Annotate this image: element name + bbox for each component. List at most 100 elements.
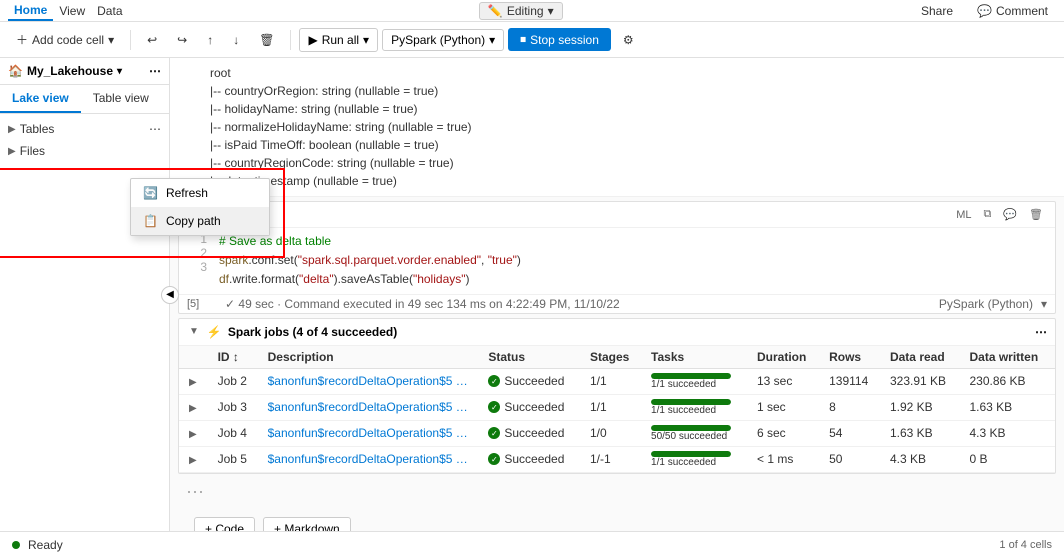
row-expand-btn[interactable]: ▶ — [187, 429, 199, 440]
col-id[interactable]: ID ↕ — [210, 346, 260, 369]
job-rows: 8 — [821, 394, 882, 420]
settings-button[interactable]: ⚙ — [615, 29, 642, 51]
row-expand-btn[interactable]: ▶ — [187, 403, 199, 414]
exec-info-text: ✓ 49 sec · Command executed in 49 sec 13… — [225, 297, 620, 311]
comment-button[interactable]: 💬 Comment — [969, 0, 1056, 22]
sidebar-label-files: Files — [20, 144, 45, 158]
code-line-3: df.write.format("delta").saveAsTable("ho… — [219, 270, 1055, 289]
sidebar: 🏠 My_Lakehouse ▾ ⋯ Lake view Table view … — [0, 58, 170, 531]
spark-more-icon[interactable]: ⋯ — [1035, 325, 1047, 339]
move-down-button[interactable]: ↓ — [225, 29, 247, 51]
sidebar-content: ▶ Tables ⋯ ▶ Files — [0, 114, 169, 531]
cell-count: 1 of 4 cells — [999, 539, 1052, 551]
spark-jobs-section: ▼ ⚡ Spark jobs (4 of 4 succeeded) ⋯ ID ↕… — [178, 318, 1056, 474]
top-menubar: Home View Data ✏️ Editing ▾ Share 💬 Comm… — [0, 0, 1064, 22]
add-code-cell-button[interactable]: ＋ Add code cell ▾ — [8, 27, 122, 52]
job-data-written: 230.86 KB — [961, 368, 1055, 394]
job-description[interactable]: $anonfun$recordDeltaOperation$5 at Synap… — [260, 420, 481, 446]
col-stages[interactable]: Stages — [582, 346, 643, 369]
lake-table-tabs: Lake view Table view — [0, 85, 169, 114]
editing-badge: ✏️ Editing ▾ — [479, 2, 563, 20]
expand-icon-files: ▶ — [8, 146, 16, 157]
job-id: Job 3 — [210, 394, 260, 420]
col-status[interactable]: Status — [480, 346, 582, 369]
plus-icon: ＋ — [16, 31, 28, 48]
job-duration: 13 sec — [749, 368, 821, 394]
line-numbers: 1 2 3 — [179, 232, 219, 290]
delete-button[interactable]: 🗑 — [251, 29, 282, 51]
menu-home[interactable]: Home — [8, 1, 53, 21]
spark-jobs-collapse-btn[interactable]: ▼ — [187, 326, 201, 337]
tab-table-view[interactable]: Table view — [81, 85, 161, 113]
job-status: ✓ Succeeded — [480, 368, 582, 394]
table-row: ▶ Job 5 $anonfun$recordDeltaOperation$5 … — [179, 446, 1055, 472]
schema-line-root: root — [210, 64, 1048, 82]
job-stages: 1/0 — [582, 420, 643, 446]
more-cells-indicator: ⋯ — [170, 478, 1064, 507]
move-up-button[interactable]: ↑ — [199, 29, 221, 51]
col-data-written[interactable]: Data written — [961, 346, 1055, 369]
more-icon-tables[interactable]: ⋯ — [149, 122, 161, 136]
schema-line-1: |-- countryOrRegion: string (nullable = … — [210, 82, 1048, 100]
sidebar-item-tables[interactable]: ▶ Tables ⋯ — [0, 118, 169, 140]
row-expand-btn[interactable]: ▶ — [187, 455, 199, 466]
lakehouse-icon: 🏠 — [8, 64, 23, 78]
job-description[interactable]: $anonfun$recordDeltaOperation$5 at Synap… — [260, 394, 481, 420]
success-icon: ✓ — [488, 401, 500, 413]
kernel-selector[interactable]: PySpark (Python) ▾ — [382, 29, 504, 51]
notebook-toolbar: ＋ Add code cell ▾ ↩ ↪ ↑ ↓ 🗑 ▶ Run all ▾ … — [0, 22, 1064, 58]
col-duration[interactable]: Duration — [749, 346, 821, 369]
code-cell-5: ▶ ▾ ML ⧉ 💬 🗑 1 2 3 # Save as delta table… — [178, 201, 1056, 314]
table-row: ▶ Job 3 $anonfun$recordDeltaOperation$5 … — [179, 394, 1055, 420]
collapse-sidebar-button[interactable]: ◀ — [161, 286, 179, 304]
col-tasks[interactable]: Tasks — [643, 346, 749, 369]
job-data-read: 323.91 KB — [882, 368, 962, 394]
stop-session-button[interactable]: ⏹ Stop session — [508, 28, 611, 51]
schema-output: root |-- countryOrRegion: string (nullab… — [170, 58, 1064, 197]
sidebar-item-files[interactable]: ▶ Files — [0, 140, 169, 162]
context-menu-refresh[interactable]: 🔄 Refresh — [131, 179, 269, 207]
job-duration: < 1 ms — [749, 446, 821, 472]
tab-lake-view[interactable]: Lake view — [0, 85, 81, 113]
chevron-icon: ▾ — [489, 33, 495, 47]
menu-view[interactable]: View — [53, 2, 91, 20]
table-row: ▶ Job 2 $anonfun$recordDeltaOperation$5 … — [179, 368, 1055, 394]
add-code-button[interactable]: + Code — [194, 517, 255, 531]
context-menu-copy-path[interactable]: 📋 Copy path — [131, 207, 269, 235]
job-description[interactable]: $anonfun$recordDeltaOperation$5 at Synap… — [260, 368, 481, 394]
spark-jobs-icon: ⚡ — [207, 325, 222, 339]
redo-button[interactable]: ↪ — [169, 29, 195, 51]
editing-label: Editing — [507, 4, 544, 18]
add-markdown-button[interactable]: + Markdown — [263, 517, 351, 531]
success-icon: ✓ — [488, 453, 500, 465]
cell-tool-ml[interactable]: ML — [952, 207, 975, 223]
cell-tool-copy[interactable]: ⧉ — [979, 206, 995, 223]
job-data-read: 4.3 KB — [882, 446, 962, 472]
schema-line-4: |-- isPaid TimeOff: boolean (nullable = … — [210, 136, 1048, 154]
job-duration: 1 sec — [749, 394, 821, 420]
job-data-read: 1.92 KB — [882, 394, 962, 420]
schema-line-2: |-- holidayName: string (nullable = true… — [210, 100, 1048, 118]
run-all-button[interactable]: ▶ Run all ▾ — [299, 28, 378, 52]
status-label: Succeeded — [504, 452, 564, 466]
pencil-icon: ✏️ — [488, 4, 503, 18]
spark-jobs-header: ▼ ⚡ Spark jobs (4 of 4 succeeded) ⋯ — [179, 319, 1055, 346]
cell-tool-comment[interactable]: 💬 — [999, 206, 1021, 223]
row-expand-btn[interactable]: ▶ — [187, 377, 199, 388]
notebook-area: root |-- countryOrRegion: string (nullab… — [170, 58, 1064, 531]
status-label: Succeeded — [504, 426, 564, 440]
job-stages: 1/1 — [582, 394, 643, 420]
cell-toolbar: ▶ ▾ ML ⧉ 💬 🗑 — [179, 202, 1055, 228]
share-button[interactable]: Share — [913, 0, 961, 22]
job-description[interactable]: $anonfun$recordDeltaOperation$5 at Synap… — [260, 446, 481, 472]
toolbar-separator — [130, 30, 131, 50]
chevron-down-icon: ▾ — [108, 33, 114, 47]
col-rows[interactable]: Rows — [821, 346, 882, 369]
col-data-read[interactable]: Data read — [882, 346, 962, 369]
menu-data[interactable]: Data — [91, 2, 128, 20]
undo-button[interactable]: ↩ — [139, 29, 165, 51]
cell-tool-delete[interactable]: 🗑 — [1025, 206, 1047, 223]
status-text: Ready — [28, 538, 63, 552]
code-lines[interactable]: # Save as delta table spark.conf.set("sp… — [219, 232, 1055, 290]
col-description[interactable]: Description — [260, 346, 481, 369]
